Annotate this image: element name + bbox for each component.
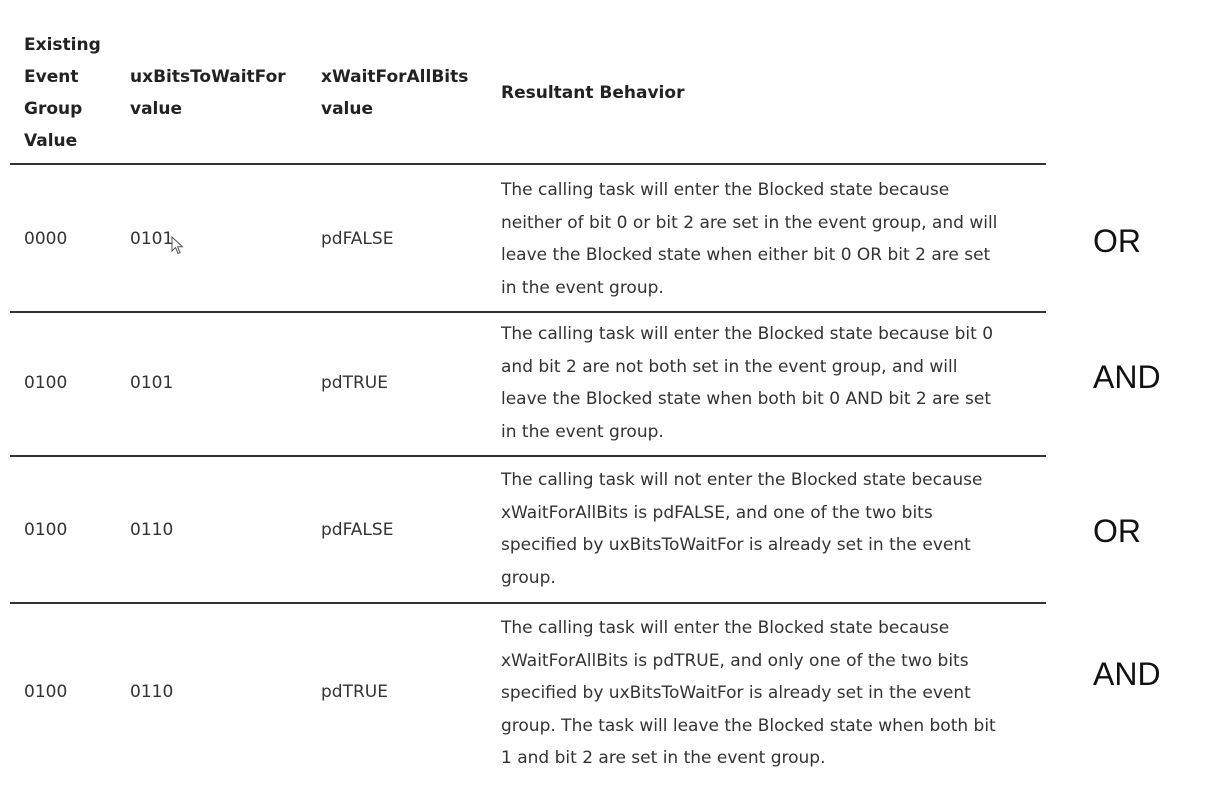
- table-row: 0100 0110 pdTRUE The calling task will e…: [10, 604, 1046, 784]
- cell-resultant-behavior: The calling task will enter the Blocked …: [501, 180, 998, 298]
- cell-resultant-behavior: The calling task will enter the Blocked …: [501, 618, 996, 768]
- header-wait-for-all-bits: xWaitForAllBits value: [321, 67, 469, 119]
- cell-event-group-value: 0100: [24, 373, 68, 393]
- cell-event-group-value: 0100: [24, 682, 68, 702]
- cell-wait-for-all-bits: pdFALSE: [321, 520, 394, 540]
- annotation-and: AND: [1093, 656, 1161, 692]
- cell-bits-to-wait-for: 0101: [130, 229, 174, 249]
- header-bits-to-wait-for: uxBitsToWaitFor value: [130, 67, 286, 119]
- header-event-group-value: Existing Event Group Value: [24, 35, 101, 151]
- annotation-or: OR: [1093, 513, 1141, 549]
- table-header-row: Existing Event Group Value uxBitsToWaitF…: [10, 27, 1046, 165]
- cell-wait-for-all-bits: pdTRUE: [321, 373, 388, 393]
- cell-resultant-behavior: The calling task will not enter the Bloc…: [501, 470, 983, 588]
- table-row: 0100 0101 pdTRUE The calling task will e…: [10, 313, 1046, 457]
- annotation-or: OR: [1093, 223, 1141, 259]
- cell-resultant-behavior: The calling task will enter the Blocked …: [501, 324, 994, 442]
- cell-wait-for-all-bits: pdFALSE: [321, 229, 394, 249]
- table-row: 0000 0101 pdFALSE The calling task will …: [10, 165, 1046, 313]
- cell-event-group-value: 0000: [24, 229, 68, 249]
- mouse-pointer-icon: [171, 236, 184, 255]
- cell-event-group-value: 0100: [24, 520, 68, 540]
- annotation-and: AND: [1093, 359, 1161, 395]
- cell-bits-to-wait-for: 0110: [130, 682, 174, 702]
- header-resultant-behavior: Resultant Behavior: [501, 83, 685, 103]
- cell-wait-for-all-bits: pdTRUE: [321, 682, 388, 702]
- cell-bits-to-wait-for: 0110: [130, 520, 174, 540]
- event-group-behavior-table: Existing Event Group Value uxBitsToWaitF…: [10, 27, 1046, 784]
- cell-bits-to-wait-for: 0101: [130, 373, 174, 393]
- table-row: 0100 0110 pdFALSE The calling task will …: [10, 457, 1046, 604]
